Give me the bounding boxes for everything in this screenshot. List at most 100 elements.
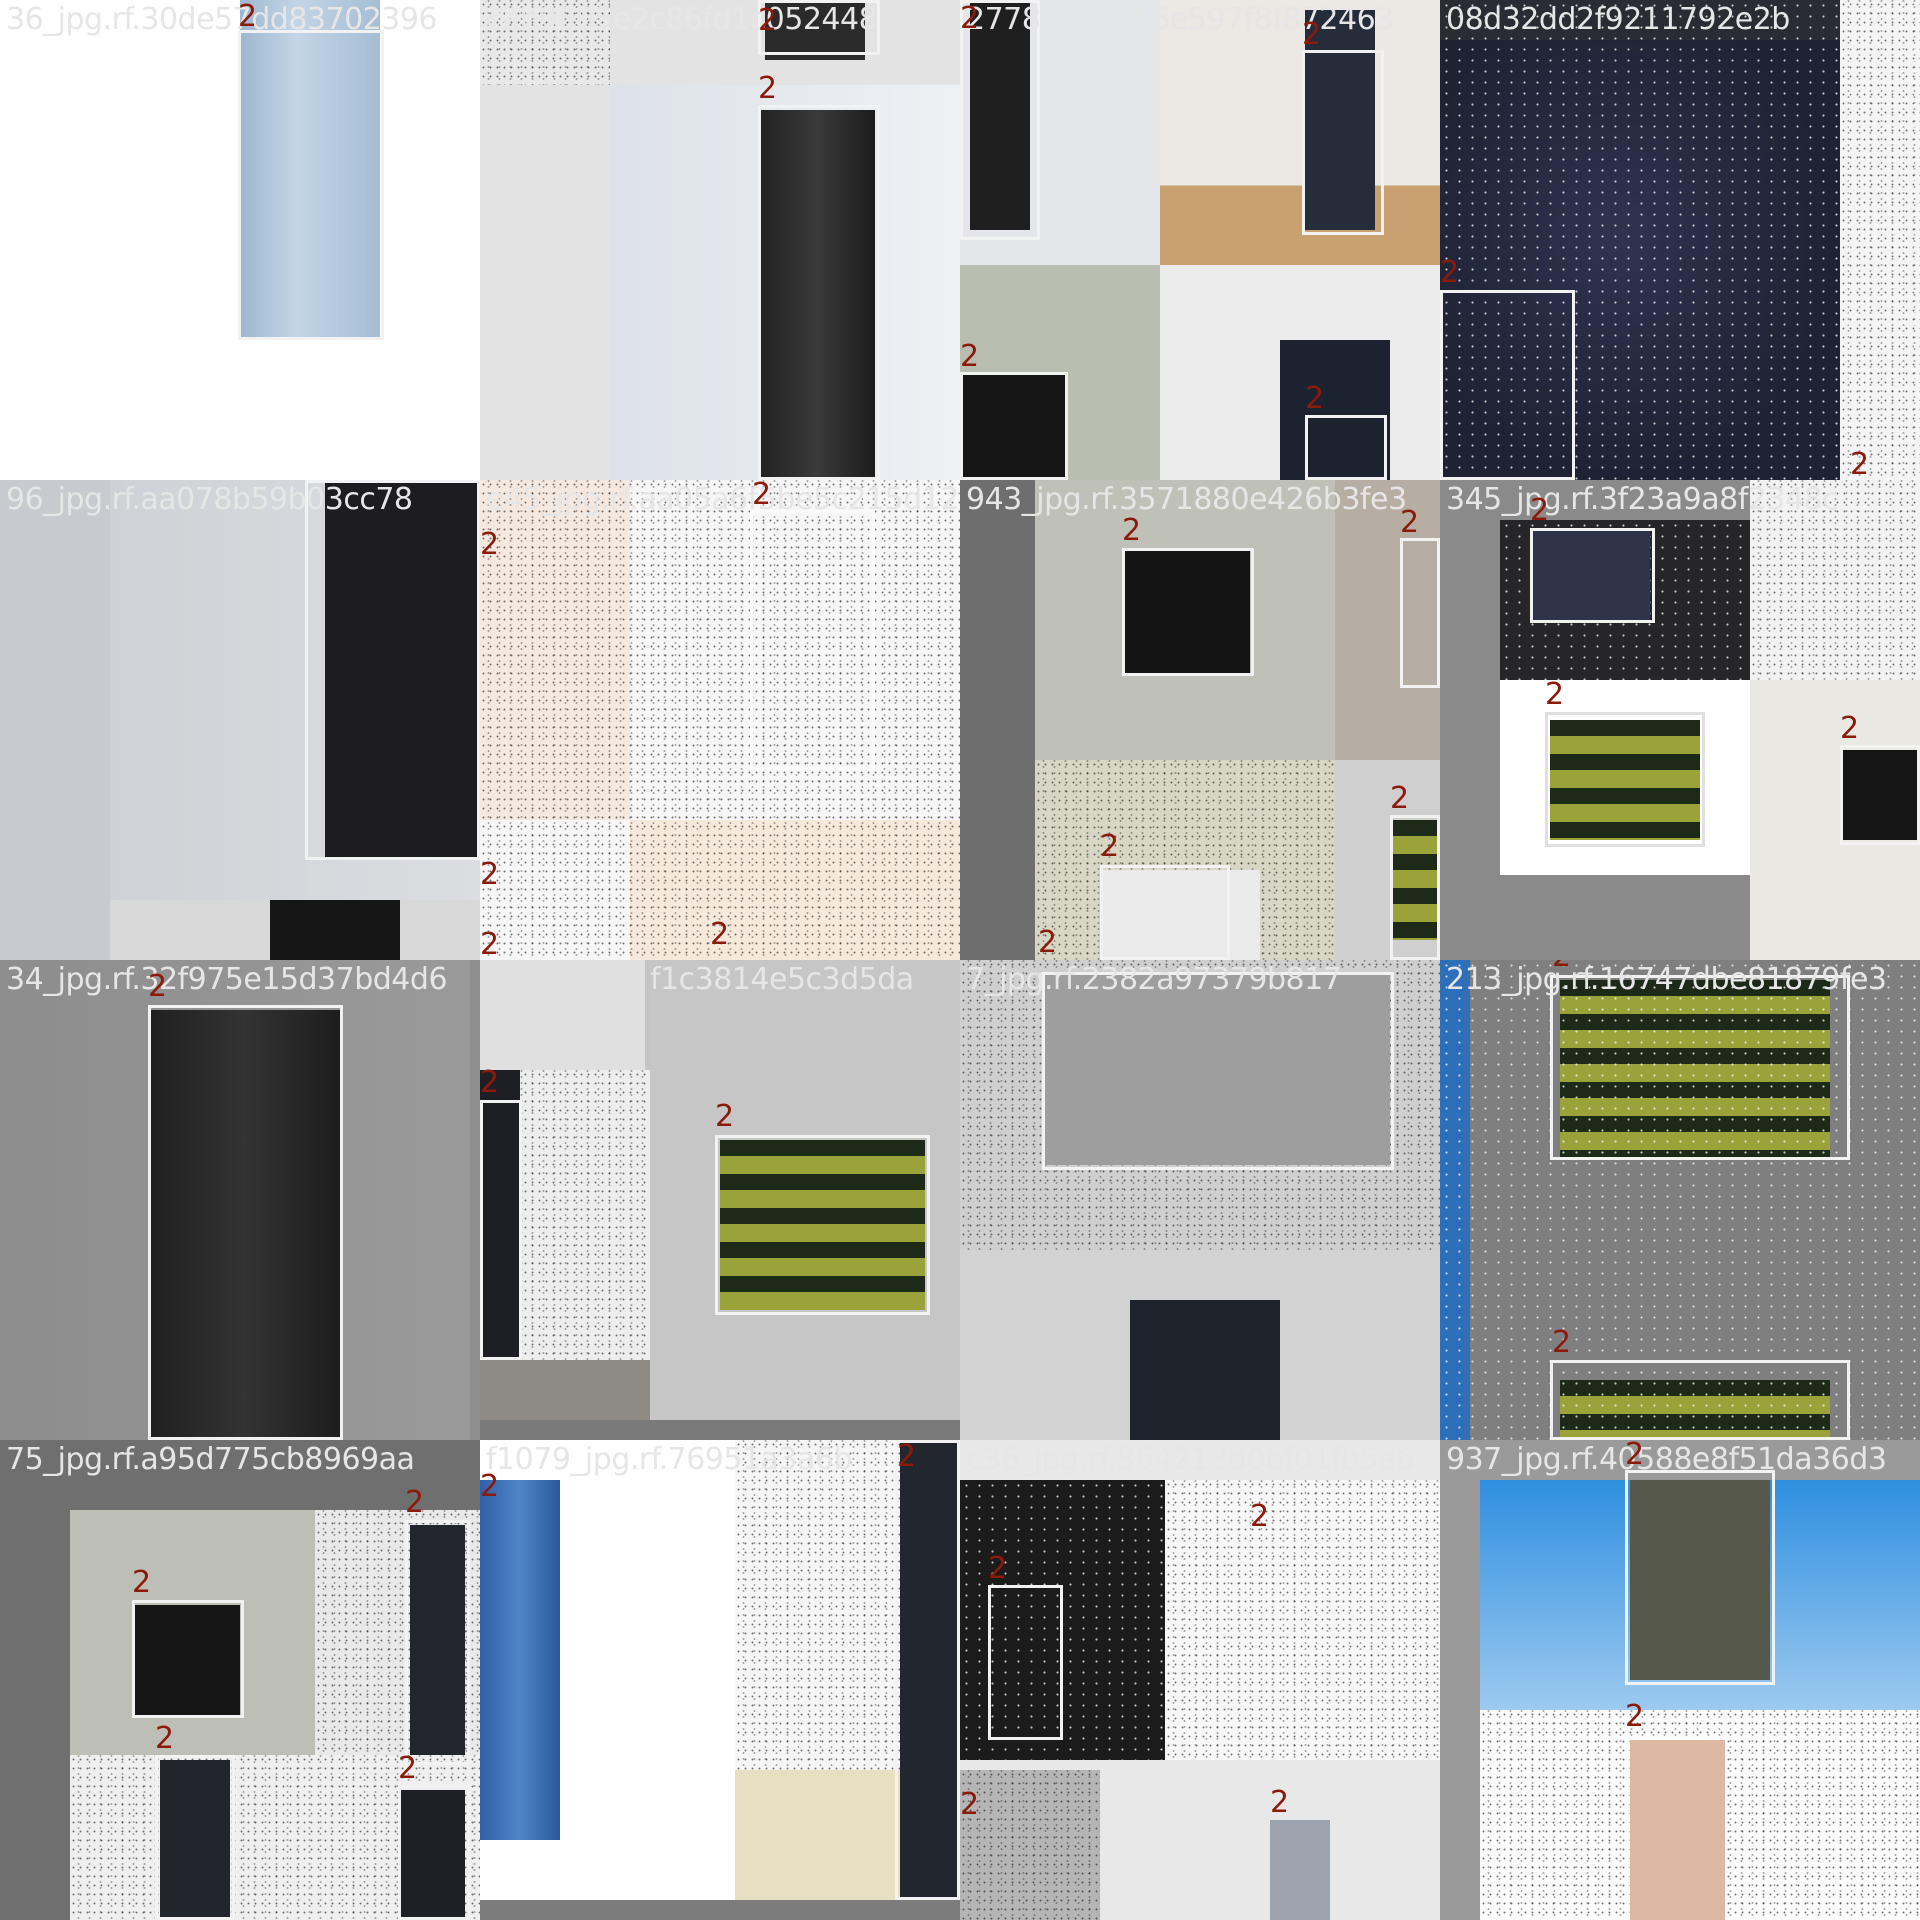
detection-box xyxy=(148,1005,343,1440)
tile-caption: 937_jpg.rf.40588e8f51da36d3 xyxy=(1446,1442,1887,1477)
detection-class-label: 2 xyxy=(1625,1699,1645,1734)
detection-class-label: 2 xyxy=(1390,781,1410,816)
detection-class-label: 2 xyxy=(148,969,168,1004)
detection-class-label: 2 xyxy=(1270,1785,1290,1820)
detection-box xyxy=(960,372,1068,480)
detection-class-label: 2 xyxy=(1302,17,1322,52)
mosaic-tile: 2 2 f1079_jpg.rf.76951a3a6b 2 xyxy=(480,1440,960,1920)
noisy-strip xyxy=(1840,0,1920,480)
mosaic-tile: 2 2 f1c3814e5c3d5da 2 xyxy=(480,960,960,1440)
mosaic-tile: 2 34_jpg.rf.32f975e15d37bd4d6 2 xyxy=(0,960,480,1440)
detection-class-label: 2 xyxy=(1440,255,1460,290)
detection-class-label: 2 xyxy=(238,0,258,34)
detection-class-label: 2 xyxy=(1625,1440,1645,1472)
mosaic-tile: 2 2 08d32dd2f9211792e2b 2 xyxy=(1440,0,1920,480)
detection-box xyxy=(1625,1470,1775,1685)
detection-box xyxy=(1042,972,1394,1170)
tile-caption: 75_jpg.rf.a95d775cb8969aa xyxy=(6,1442,415,1477)
tile-caption: 36_jpg.rf.30de57dd83702396 xyxy=(6,2,438,37)
blue-jeans xyxy=(480,1480,560,1840)
tile-caption: 213_jpg.rf.16747dbe81879fe3 xyxy=(1446,962,1887,997)
detection-class-label: 2 xyxy=(960,339,980,374)
detection-box xyxy=(1390,815,1440,960)
detection-box xyxy=(1400,538,1440,688)
detection-box xyxy=(132,1600,244,1718)
detection-class-label: 2 xyxy=(897,1440,917,1474)
tile-caption: f1079_jpg.rf.76951a3a6b xyxy=(486,1442,853,1477)
detection-class-label: 2 xyxy=(1038,925,1058,960)
black-jacket xyxy=(270,900,400,960)
mosaic-tile: 2 2 2 2 75_jpg.rf.a95d775cb8969aa 2 xyxy=(0,1440,480,1920)
detection-class-label: 2 xyxy=(398,1751,418,1786)
footer-band xyxy=(480,1420,960,1440)
detection-box xyxy=(1550,975,1850,1160)
tile-caption: 277898e6256e597f8f872463 xyxy=(966,2,1394,37)
peach-photo xyxy=(630,820,960,960)
detection-box xyxy=(715,1135,930,1315)
detection-class-label: 2 xyxy=(480,927,500,960)
mosaic-tile: 2 2 937_jpg.rf.40588e8f51da36d3 2 xyxy=(1440,1440,1920,1920)
detection-box xyxy=(238,30,384,340)
black-jacket xyxy=(1130,1300,1280,1440)
detection-class-label: 2 xyxy=(132,1565,152,1600)
mosaic-tile: 2 2 2 2 2 943_jpg.rf.3571880e426b3fe3 2 xyxy=(960,480,1440,960)
tile-caption: 34_jpg.rf.32f975e15d37bd4d6 xyxy=(6,962,448,997)
detection-class-label: 2 xyxy=(1100,829,1120,864)
detection-class-label: 2 xyxy=(1530,493,1550,528)
detection-class-label: 2 xyxy=(1545,677,1565,712)
detection-class-label: 2 xyxy=(1250,1499,1270,1534)
mosaic-tile: 2 2 cab9005e2c86fd1c052448 2 xyxy=(480,0,960,480)
detection-box xyxy=(750,510,875,770)
detection-box xyxy=(758,105,880,480)
tile-caption: 943_jpg.rf.3571880e426b3fe3 xyxy=(966,482,1407,517)
tile-caption: 345_jpg.rf.3f23a9a8f2348c xyxy=(1446,482,1839,517)
tile-caption: 08d32dd2f9211792e2b xyxy=(1446,2,1790,37)
detection-box xyxy=(1550,1360,1850,1440)
detection-class-label: 2 xyxy=(715,1099,735,1134)
detection-box xyxy=(155,1755,235,1920)
peach-photo xyxy=(480,480,630,820)
detection-box xyxy=(480,1100,522,1360)
blue-strip xyxy=(1440,960,1470,1440)
mosaic-tile: 2 2 2 2 2 e45_jpg.rf.aa05a6f5be5c215d12f… xyxy=(480,480,960,960)
detection-class-label: 2 xyxy=(480,1065,500,1100)
mosaic-tile: 2 96_jpg.rf.aa078b59b03cc78 2 xyxy=(0,480,480,960)
mosaic-tile: 2 2 2 2 c36_jpg.rf.864213d0bf01fb5a6 2 xyxy=(960,1440,1440,1920)
detection-class-label: 2 xyxy=(1552,960,1571,972)
detection-class-label: 2 xyxy=(1305,381,1325,416)
detection-box xyxy=(1840,745,1920,845)
detection-box xyxy=(398,1785,470,1920)
detection-class-label: 2 xyxy=(1122,513,1142,548)
tile-caption: f1c3814e5c3d5da xyxy=(650,962,914,997)
mosaic-tile: 2 2 2 345_jpg.rf.3f23a9a8f2348c 2 xyxy=(1440,480,1920,960)
detection-box xyxy=(405,1520,470,1765)
detection-mosaic: 2 36_jpg.rf.30de57dd83702396 2 2 cab9005… xyxy=(0,0,1920,1920)
detection-box xyxy=(988,1585,1063,1740)
detection-class-label: 2 xyxy=(758,71,778,106)
mosaic-tile: 7_jpg.rf.2382a97379b817 2 xyxy=(960,960,1440,1440)
detection-class-label: 2 xyxy=(155,1721,175,1756)
grey-shorts-photo xyxy=(960,1770,1100,1920)
detection-class-label: 2 xyxy=(405,1485,425,1520)
detection-box xyxy=(1545,712,1705,847)
tile-caption: 7_jpg.rf.2382a97379b817 xyxy=(966,962,1342,997)
tile-caption: cab9005e2c86fd1c052448 xyxy=(486,2,878,37)
mosaic-tile: 2 36_jpg.rf.30de57dd83702396 xyxy=(0,0,480,480)
detection-box xyxy=(895,1440,960,1900)
detection-class-label: 2 xyxy=(480,1469,500,1504)
tile-caption: c36_jpg.rf.864213d0bf01fb5a6 xyxy=(966,1442,1415,1477)
detection-class-label: 2 xyxy=(480,527,500,562)
grey-jeans xyxy=(1270,1820,1330,1920)
detection-box xyxy=(1302,50,1384,235)
detection-class-label: 2 xyxy=(758,3,778,38)
mosaic-tile: 2 2 213_jpg.rf.16747dbe81879fe3 2 xyxy=(1440,960,1920,1440)
detection-class-label: 2 xyxy=(1552,1325,1572,1360)
detection-class-label: 2 xyxy=(480,857,500,892)
detection-class-label: 2 xyxy=(1400,505,1420,540)
detection-class-label: 2 xyxy=(988,1551,1008,1586)
detection-box xyxy=(305,480,480,860)
tile-caption: 96_jpg.rf.aa078b59b03cc78 xyxy=(6,482,413,517)
legs-photo xyxy=(1630,1740,1725,1920)
detection-class-label: 2 xyxy=(960,1,980,36)
detection-class-label: 2 xyxy=(710,917,730,952)
